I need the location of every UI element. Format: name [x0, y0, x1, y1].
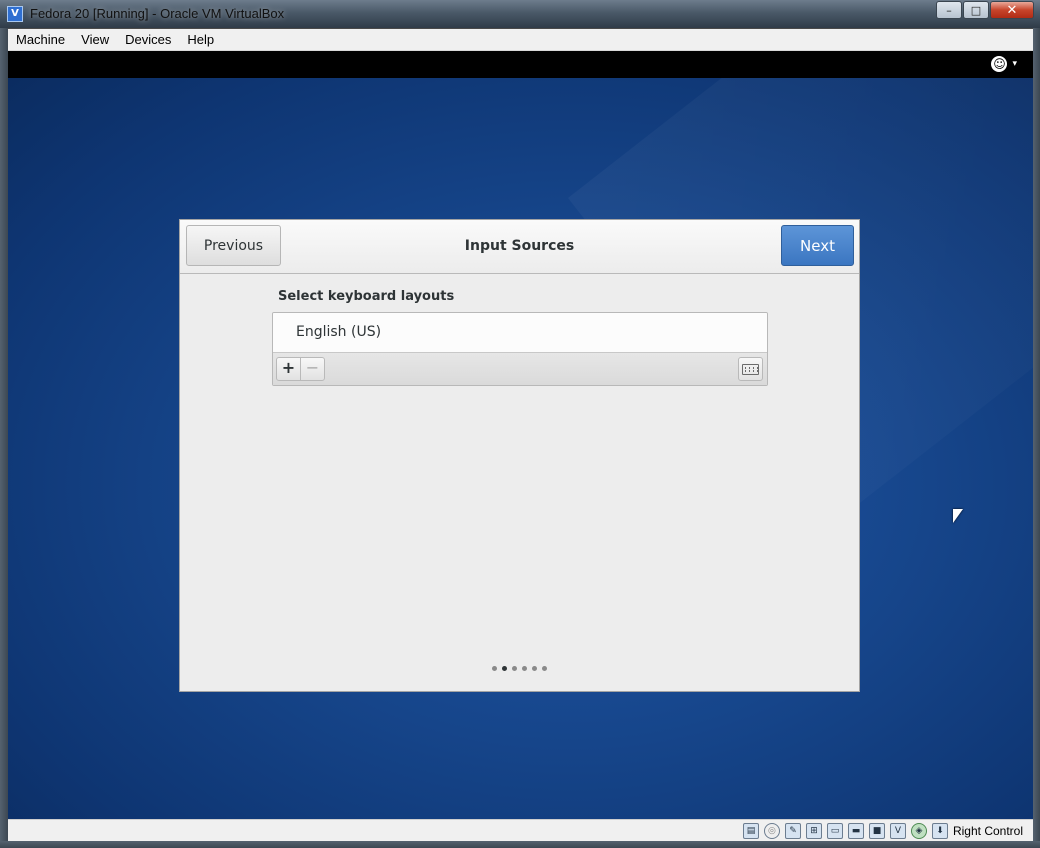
desktop-background: Input Sources Previous Next Select keybo…: [8, 78, 1033, 819]
page-indicator: [180, 666, 859, 671]
status-icons: ▤ ◎ ✎ ⊞ ▭ ▬ ■ V ◈ ⬇ Right Control: [738, 823, 1023, 839]
mouse-cursor-icon: [953, 509, 963, 523]
window-title: Fedora 20 [Running] - Oracle VM VirtualB…: [30, 6, 285, 21]
window-frame-right: [1033, 28, 1040, 848]
show-layout-button[interactable]: [738, 357, 763, 381]
list-toolbar: + −: [273, 353, 767, 385]
previous-button[interactable]: Previous: [186, 225, 281, 266]
close-button[interactable]: ✕: [990, 1, 1034, 19]
video-capture-icon[interactable]: ■: [868, 823, 885, 839]
window-titlebar[interactable]: V Fedora 20 [Running] - Oracle VM Virtua…: [0, 0, 1040, 28]
menu-view[interactable]: View: [73, 32, 117, 47]
accessibility-icon: ☺: [991, 56, 1008, 72]
keyboard-icon: [742, 364, 759, 375]
virtualization-icon[interactable]: V: [889, 823, 906, 839]
dialog-header: Input Sources Previous Next: [180, 220, 859, 274]
menu-help[interactable]: Help: [179, 32, 222, 47]
window-frame-bottom: [0, 841, 1040, 848]
page-dot: [542, 666, 547, 671]
hard-disk-icon[interactable]: ▤: [742, 823, 759, 839]
accessibility-menu[interactable]: ☺ ▾: [991, 56, 1017, 72]
gnome-top-bar: ☺ ▾: [8, 51, 1033, 78]
initial-setup-dialog: Input Sources Previous Next Select keybo…: [179, 219, 860, 692]
mouse-integration-icon[interactable]: ◈: [910, 823, 927, 839]
window-controls: – □ ✕: [935, 1, 1034, 19]
list-item[interactable]: English (US): [273, 313, 767, 353]
page-title: Input Sources: [464, 238, 575, 254]
guest-display[interactable]: ☺ ▾ Input Sources Previous Next Select k…: [8, 51, 1033, 819]
statusbar: ▤ ◎ ✎ ⊞ ▭ ▬ ■ V ◈ ⬇ Right Control: [8, 819, 1033, 842]
next-button[interactable]: Next: [781, 225, 854, 266]
host-key-label: Right Control: [952, 824, 1023, 838]
page-dot: [512, 666, 517, 671]
page-dot: [492, 666, 497, 671]
menu-devices[interactable]: Devices: [117, 32, 179, 47]
virtualbox-icon: V: [7, 6, 23, 22]
remove-layout-button[interactable]: −: [300, 357, 325, 381]
menu-machine[interactable]: Machine: [8, 32, 73, 47]
page-dot: [532, 666, 537, 671]
page-dot: [522, 666, 527, 671]
display-icon[interactable]: ▬: [847, 823, 864, 839]
host-key-icon[interactable]: ⬇: [931, 823, 948, 839]
network-icon[interactable]: ⊞: [805, 823, 822, 839]
menubar: Machine View Devices Help: [8, 29, 1033, 51]
optical-drive-icon[interactable]: ◎: [763, 823, 780, 839]
chevron-down-icon: ▾: [1012, 59, 1017, 69]
minimize-button[interactable]: –: [936, 1, 962, 19]
page-dot: [502, 666, 507, 671]
maximize-button[interactable]: □: [963, 1, 989, 19]
keyboard-layout-list: English (US) + −: [272, 312, 768, 386]
add-layout-button[interactable]: +: [276, 357, 301, 381]
section-label: Select keyboard layouts: [278, 289, 455, 304]
usb-icon[interactable]: ✎: [784, 823, 801, 839]
shared-folders-icon[interactable]: ▭: [826, 823, 843, 839]
window-frame-left: [0, 28, 8, 848]
